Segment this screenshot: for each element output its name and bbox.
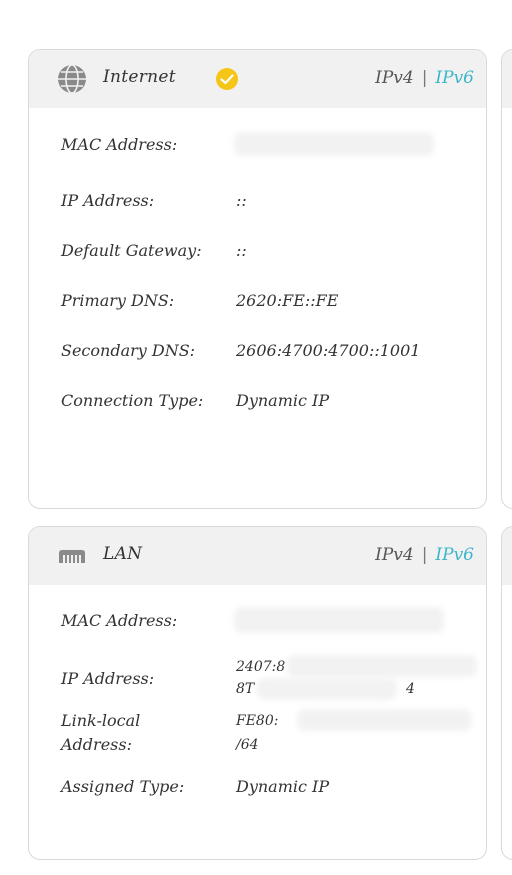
link-local-label-line2: Address: [61,735,132,754]
primary-dns-value: 2620:FE::FE [236,291,339,310]
globe-icon [58,64,86,94]
lan-ipv4-tab[interactable]: IPv4 [375,545,414,565]
secondary-dns-value: 2606:4700:4700::1001 [236,341,421,360]
default-gateway-label: Default Gateway: [61,241,202,260]
secondary-dns-label: Secondary DNS: [61,341,196,360]
assigned-type-label: Assigned Type: [61,777,185,796]
ipv6-tab[interactable]: IPv6 [435,68,474,88]
lan-mac-address-label: MAC Address: [61,611,178,630]
mac-address-label: MAC Address: [61,135,178,154]
redacted-link-local [297,709,472,731]
link-local-value-line2: /64 [236,737,259,753]
lan-tab-separator: | [421,545,428,565]
default-gateway-value: :: [236,241,247,260]
internet-title: Internet [103,67,176,87]
redacted-lan-ip-2 [257,678,397,700]
next-card-peek [501,49,512,509]
lan-title: LAN [103,544,143,564]
link-local-label-line1: Link-local [61,711,141,730]
lan-card: LAN IPv4 | IPv6 MAC Address: IP Address: 2… [28,526,487,860]
check-circle-icon [216,68,238,90]
tab-separator: | [421,68,428,88]
assigned-type-value: Dynamic IP [236,777,330,796]
lan-ip-version-switch: IPv4 | IPv6 [375,545,474,565]
primary-dns-label: Primary DNS: [61,291,175,310]
internet-card: Internet IPv4 | IPv6 MAC Address: IP Addre… [28,49,487,509]
ip-address-label: IP Address: [61,191,155,210]
connection-type-label: Connection Type: [61,391,204,410]
lan-card-header: LAN IPv4 | IPv6 [29,527,486,585]
redacted-mac [234,132,434,156]
lan-ipv6-tab[interactable]: IPv6 [435,545,474,565]
internet-card-header: Internet IPv4 | IPv6 [29,50,486,108]
lan-port-icon [59,550,85,563]
next-card-peek-2 [501,526,512,860]
ipv4-tab[interactable]: IPv4 [375,68,414,88]
connection-type-value: Dynamic IP [236,391,330,410]
redacted-lan-mac [234,607,444,633]
lan-ip-address-label: IP Address: [61,669,155,688]
ip-address-value: :: [236,191,247,210]
ip-version-switch: IPv4 | IPv6 [375,68,474,88]
redacted-lan-ip-1 [287,655,477,677]
lan-ip-address-suffix: 4 [406,681,415,697]
